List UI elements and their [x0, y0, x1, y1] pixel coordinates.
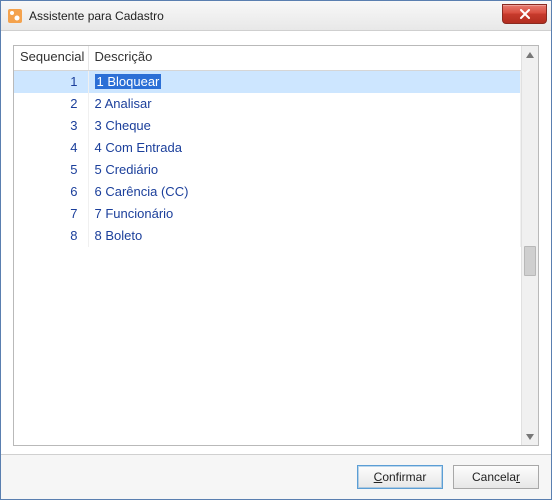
- table-row[interactable]: 55 Crediário: [14, 159, 521, 181]
- table-row[interactable]: 66 Carência (CC): [14, 181, 521, 203]
- titlebar: Assistente para Cadastro: [1, 1, 551, 31]
- cell-descricao: 1 Bloquear: [88, 71, 521, 93]
- data-grid[interactable]: Sequencial Descrição 11 Bloquear22 Anali…: [13, 45, 539, 446]
- table-row[interactable]: 22 Analisar: [14, 93, 521, 115]
- window-title: Assistente para Cadastro: [29, 9, 164, 23]
- column-header-sequencial[interactable]: Sequencial: [14, 46, 88, 71]
- cancel-button[interactable]: Cancelar: [453, 465, 539, 489]
- app-icon: [7, 8, 23, 24]
- cell-sequencial: 2: [14, 93, 88, 115]
- close-button[interactable]: [502, 4, 547, 24]
- cell-descricao: 7 Funcionário: [88, 203, 521, 225]
- cancel-button-label: Cancelar: [472, 470, 520, 484]
- cell-sequencial: 8: [14, 225, 88, 247]
- close-icon: [519, 9, 531, 19]
- table-row[interactable]: 44 Com Entrada: [14, 137, 521, 159]
- table-row[interactable]: 33 Cheque: [14, 115, 521, 137]
- dialog-window: Assistente para Cadastro Sequencial Des: [0, 0, 552, 500]
- cell-descricao: 8 Boleto: [88, 225, 521, 247]
- cell-sequencial: 1: [14, 71, 88, 93]
- cell-descricao: 6 Carência (CC): [88, 181, 521, 203]
- scroll-thumb[interactable]: [524, 246, 536, 276]
- cell-sequencial: 5: [14, 159, 88, 181]
- table-row[interactable]: 88 Boleto: [14, 225, 521, 247]
- table-row[interactable]: 77 Funcionário: [14, 203, 521, 225]
- cell-descricao: 3 Cheque: [88, 115, 521, 137]
- table-row[interactable]: 11 Bloquear: [14, 71, 521, 93]
- cell-sequencial: 3: [14, 115, 88, 137]
- cell-sequencial: 7: [14, 203, 88, 225]
- confirm-button-label: Confirmar: [374, 470, 427, 484]
- scroll-up-button[interactable]: [522, 46, 538, 63]
- cell-descricao: 2 Analisar: [88, 93, 521, 115]
- dialog-footer: Confirmar Cancelar: [1, 454, 551, 499]
- cell-sequencial: 4: [14, 137, 88, 159]
- cell-descricao: 4 Com Entrada: [88, 137, 521, 159]
- confirm-button[interactable]: Confirmar: [357, 465, 443, 489]
- cell-descricao: 5 Crediário: [88, 159, 521, 181]
- vertical-scrollbar[interactable]: [521, 46, 538, 445]
- column-header-descricao[interactable]: Descrição: [88, 46, 521, 71]
- cell-sequencial: 6: [14, 181, 88, 203]
- content-area: Sequencial Descrição 11 Bloquear22 Anali…: [1, 31, 551, 454]
- scroll-down-button[interactable]: [522, 428, 538, 445]
